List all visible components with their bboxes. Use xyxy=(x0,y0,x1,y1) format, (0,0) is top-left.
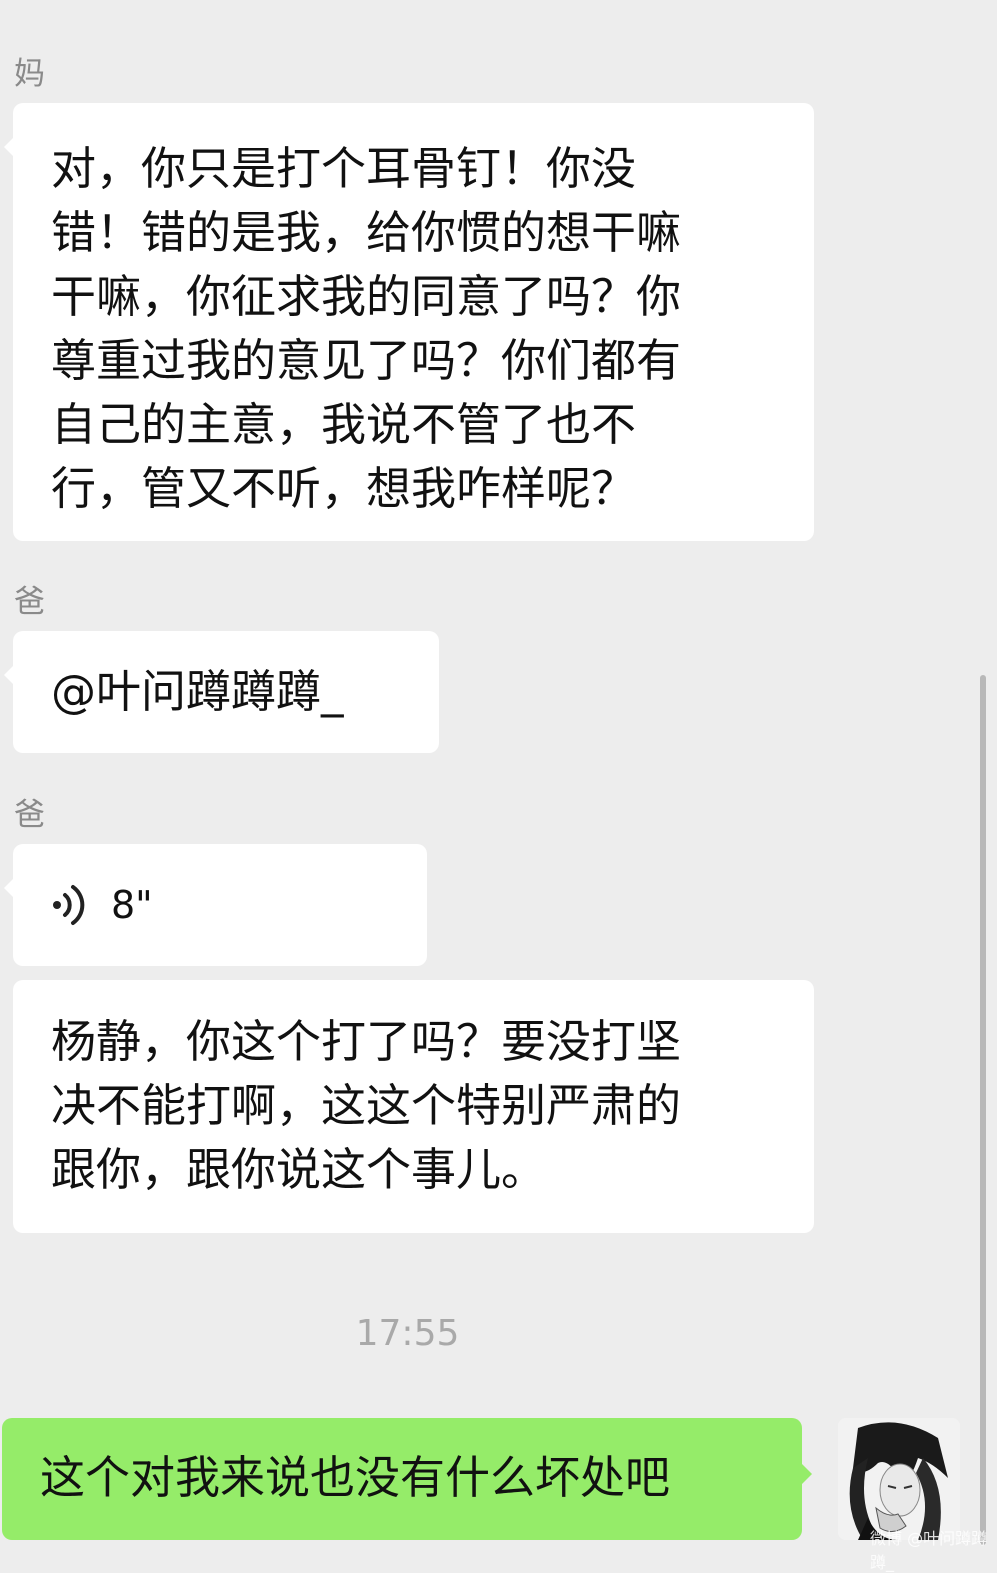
message-bubble[interactable]: @叶问蹲蹲蹲_ xyxy=(4,631,439,753)
sender-name: 爸 xyxy=(14,584,45,620)
chat-view[interactable]: 妈 对，你只是打个耳骨钉！你没 错！错的是我，给你惯的想干嘛 干嘛，你征求我的同… xyxy=(0,0,997,1572)
user-avatar[interactable] xyxy=(838,1418,960,1540)
message-line: 干嘛，你征求我的同意了吗？你 xyxy=(51,270,682,323)
message-line: 行，管又不听，想我咋样呢？ xyxy=(51,462,637,515)
avatar-image xyxy=(838,1418,960,1540)
message-line: 尊重过我的意见了吗？你们都有 xyxy=(51,334,682,387)
message-line: 自己的主意，我说不管了也不 xyxy=(51,398,637,451)
mention-text[interactable]: @叶问蹲蹲蹲_ xyxy=(51,660,401,724)
message-line: 对，你只是打个耳骨钉！你没 xyxy=(51,142,637,195)
outgoing-message-bubble[interactable]: 这个对我来说也没有什么坏处吧 xyxy=(2,1418,812,1540)
message-bubble[interactable]: 杨静，你这个打了吗？要没打坚 决不能打啊，这这个特别严肃的 跟你，跟你说这个事儿… xyxy=(13,980,814,1233)
message-line: 决不能打啊，这这个特别严肃的 xyxy=(51,1079,682,1132)
message-line: 错！错的是我，给你惯的想干嘛 xyxy=(51,206,682,259)
message-line: 这个对我来说也没有什么坏处吧 xyxy=(40,1451,671,1504)
sender-name: 妈 xyxy=(14,56,45,92)
voice-message-bubble[interactable]: 8" xyxy=(4,844,427,966)
scrollbar[interactable] xyxy=(980,675,986,1545)
message-line: 杨静，你这个打了吗？要没打坚 xyxy=(51,1015,682,1068)
watermark-text: 微博 @叶问蹲蹲蹲_ xyxy=(870,1529,988,1572)
voice-wave-icon xyxy=(53,885,85,925)
message-line: 跟你，跟你说这个事儿。 xyxy=(51,1143,547,1196)
voice-duration: 8" xyxy=(111,883,153,927)
message-bubble[interactable]: 对，你只是打个耳骨钉！你没 错！错的是我，给你惯的想干嘛 干嘛，你征求我的同意了… xyxy=(4,103,814,541)
message-timestamp: 17:55 xyxy=(355,1313,460,1354)
sender-name: 爸 xyxy=(14,797,45,833)
